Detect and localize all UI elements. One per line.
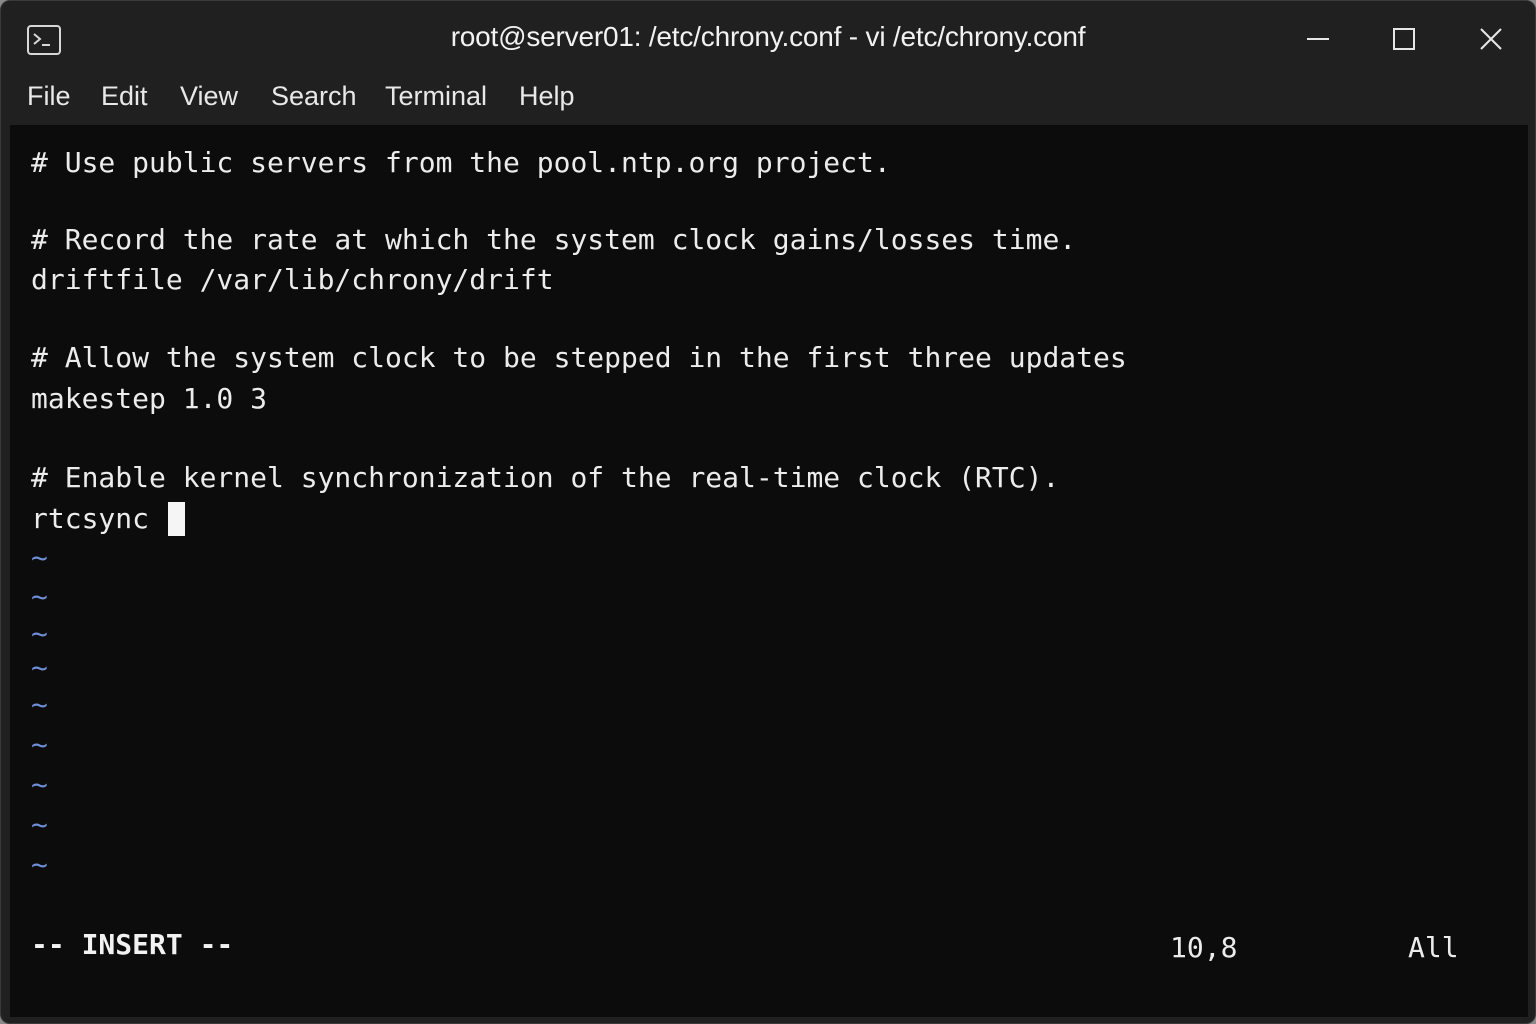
cursor-position: 10,8 <box>1170 931 1238 964</box>
minimize-icon <box>1307 38 1329 40</box>
empty-line-marker: ~ <box>31 580 48 613</box>
maximize-icon <box>1393 28 1415 50</box>
menu-edit[interactable]: Edit <box>101 81 148 112</box>
empty-line-marker: ~ <box>31 768 48 801</box>
current-line-text: rtcsync <box>31 502 166 535</box>
close-icon <box>1480 28 1502 50</box>
editor-line: # Allow the system clock to be stepped i… <box>31 341 1127 374</box>
title-bar[interactable]: root@server01: /etc/chrony.conf - vi /et… <box>1 1 1535 75</box>
empty-line-marker: ~ <box>31 688 48 721</box>
menu-view[interactable]: View <box>180 81 238 112</box>
editor-line: makestep 1.0 3 <box>31 382 268 415</box>
editor-line: driftfile /var/lib/chrony/drift <box>31 263 554 296</box>
terminal-window: root@server01: /etc/chrony.conf - vi /et… <box>0 0 1536 1024</box>
text-cursor <box>167 502 185 536</box>
editor-line: # Record the rate at which the system cl… <box>31 223 1077 256</box>
scroll-indicator: All <box>1408 931 1459 964</box>
maximize-button[interactable] <box>1381 19 1427 59</box>
empty-line-marker: ~ <box>31 728 48 761</box>
menu-search[interactable]: Search <box>271 81 357 112</box>
terminal-icon[interactable] <box>27 25 61 55</box>
mode-indicator: -- INSERT -- <box>31 928 234 961</box>
menu-terminal[interactable]: Terminal <box>385 81 487 112</box>
terminal-screen[interactable]: # Use public servers from the pool.ntp.o… <box>10 125 1528 1017</box>
editor-line: # Use public servers from the pool.ntp.o… <box>31 146 891 179</box>
menu-help[interactable]: Help <box>519 81 575 112</box>
minimize-button[interactable] <box>1295 19 1341 59</box>
empty-line-marker: ~ <box>31 617 48 650</box>
editor-line: # Enable kernel synchronization of the r… <box>31 461 1060 494</box>
menu-file[interactable]: File <box>27 81 71 112</box>
empty-line-marker: ~ <box>31 808 48 841</box>
menu-bar: File Edit View Search Terminal Help <box>1 75 1535 125</box>
editor-line-current: rtcsync <box>31 502 185 536</box>
empty-line-marker: ~ <box>31 848 48 881</box>
empty-line-marker: ~ <box>31 651 48 684</box>
empty-line-marker: ~ <box>31 541 48 574</box>
close-button[interactable] <box>1468 19 1514 59</box>
